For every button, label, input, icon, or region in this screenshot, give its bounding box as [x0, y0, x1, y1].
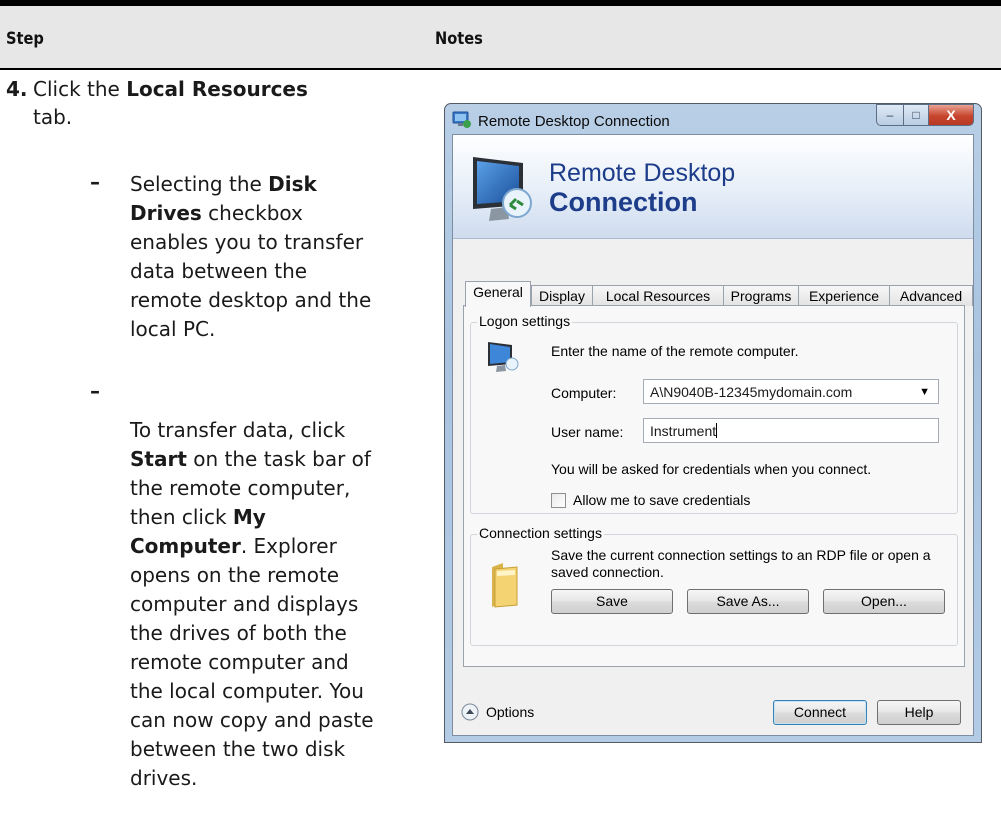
- tab-display[interactable]: Display: [531, 285, 593, 306]
- general-tab-panel: Logon settings Enter the name of the rem…: [463, 305, 965, 667]
- step-instruction: Click the Local Resources tab.: [33, 77, 308, 129]
- logon-settings-group: Logon settings Enter the name of the rem…: [470, 313, 958, 514]
- banner-title-line2: Connection: [549, 187, 698, 217]
- save-as-button[interactable]: Save As...: [687, 589, 809, 614]
- connection-desc-line1: Save the current connection settings to …: [551, 547, 931, 563]
- tab-local-resources[interactable]: Local Resources: [592, 285, 724, 306]
- options-chevron-icon[interactable]: [461, 703, 479, 721]
- username-value: Instrument: [650, 423, 717, 439]
- save-credentials-label[interactable]: Allow me to save credentials: [573, 492, 750, 508]
- logon-instruction: Enter the name of the remote computer.: [551, 343, 799, 359]
- bullet-disk-drives: Selecting the Disk Drives checkbox enabl…: [130, 172, 372, 341]
- window-controls: – □ X: [876, 104, 974, 126]
- connection-desc-line2: saved connection.: [551, 564, 664, 580]
- maximize-button[interactable]: □: [904, 104, 929, 126]
- table-header: Step Notes: [0, 6, 1001, 70]
- remote-computer-icon: [473, 157, 532, 221]
- open-button[interactable]: Open...: [823, 589, 945, 614]
- dialog-client-area: Remote Desktop Connection General Displa…: [452, 134, 974, 736]
- dialog-banner: Remote Desktop Connection: [453, 135, 973, 239]
- bullet-dash-2: –: [90, 379, 100, 403]
- tab-general[interactable]: General: [465, 281, 531, 307]
- banner-title-line1: Remote Desktop: [549, 159, 736, 187]
- text-caret: [716, 423, 718, 438]
- tab-experience[interactable]: Experience: [798, 285, 890, 306]
- help-button[interactable]: Help: [877, 700, 961, 725]
- save-credentials-checkbox[interactable]: [551, 493, 566, 508]
- computer-label: Computer:: [551, 385, 617, 401]
- save-button[interactable]: Save: [551, 589, 673, 614]
- window-title: Remote Desktop Connection: [478, 113, 670, 130]
- tab-programs[interactable]: Programs: [723, 285, 799, 306]
- username-label: User name:: [551, 424, 624, 440]
- connect-button[interactable]: Connect: [773, 700, 867, 725]
- tab-advanced[interactable]: Advanced: [889, 285, 973, 306]
- step-number: 4.: [6, 77, 28, 101]
- bullet-transfer-data: To transfer data, click Start on the tas…: [130, 418, 374, 790]
- rdp-app-icon: [452, 111, 471, 128]
- step-ui-term: Local Resources: [126, 77, 308, 101]
- username-input[interactable]: Instrument: [643, 418, 939, 443]
- minimize-button[interactable]: –: [876, 104, 904, 126]
- computer-value: A\N9040B-12345mydomain.com: [650, 384, 853, 400]
- options-label[interactable]: Options: [486, 704, 534, 720]
- connection-settings-group: Connection settings Save the current con…: [470, 525, 958, 646]
- logon-settings-label: Logon settings: [477, 313, 573, 329]
- bullet-dash-1: –: [90, 170, 100, 194]
- remote-computer-small-icon: [488, 342, 519, 372]
- close-button[interactable]: X: [929, 104, 974, 126]
- step-column-header: Step: [6, 29, 44, 49]
- connection-settings-label: Connection settings: [477, 525, 604, 541]
- remote-desktop-dialog: Remote Desktop Connection – □ X Remote D…: [444, 103, 982, 743]
- dropdown-arrow-icon[interactable]: ▼: [919, 380, 930, 404]
- folder-icon: [492, 563, 518, 608]
- computer-combo[interactable]: A\N9040B-12345mydomain.com ▼: [643, 379, 939, 404]
- notes-column-header: Notes: [435, 29, 483, 49]
- credentials-note: You will be asked for credentials when y…: [551, 461, 872, 477]
